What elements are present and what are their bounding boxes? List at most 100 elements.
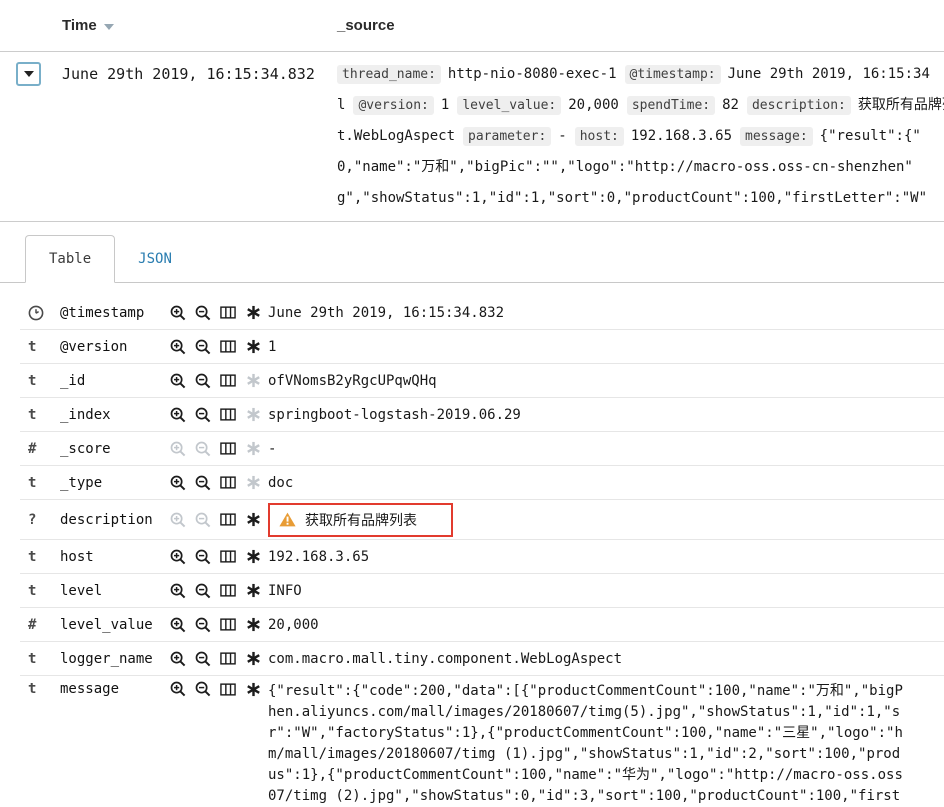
unknown-field-icon: ? xyxy=(20,512,60,528)
string-field-icon: t xyxy=(20,651,60,667)
toggle-column-icon[interactable] xyxy=(220,373,236,389)
filter-for-value-icon[interactable] xyxy=(170,305,186,321)
source-value-text: l xyxy=(337,97,345,113)
caret-down-icon xyxy=(24,71,34,77)
field-name: _index xyxy=(60,407,170,423)
tab-table[interactable]: Table xyxy=(25,235,115,283)
filter-out-value-icon[interactable] xyxy=(195,475,211,491)
field-actions xyxy=(170,305,268,321)
toggle-column-icon[interactable] xyxy=(220,651,236,667)
filter-out-value-icon xyxy=(195,512,211,528)
field-row-logger_name: tlogger_namecom.macro.mall.tiny.componen… xyxy=(20,642,944,676)
document-row: June 29th 2019, 16:15:34.832 thread_name… xyxy=(0,52,944,222)
field-row-host: thost192.168.3.65 xyxy=(20,540,944,574)
field-actions xyxy=(170,549,268,565)
document-timestamp: June 29th 2019, 16:15:34.832 xyxy=(62,52,337,221)
filter-for-value-icon[interactable] xyxy=(170,407,186,423)
toggle-column-icon[interactable] xyxy=(220,549,236,565)
field-row-level_value: #level_value20,000 xyxy=(20,608,944,642)
field-actions xyxy=(170,373,268,389)
source-value-text: g","showStatus":1,"id":1,"sort":0,"produ… xyxy=(337,190,927,206)
message-value-line: hen.aliyuncs.com/mall/images/20180607/ti… xyxy=(268,702,944,723)
field-name-badge: description: xyxy=(747,96,851,115)
description-value-text: 获取所有品牌列表 xyxy=(305,510,417,530)
message-value-line: 07/timg (2).jpg","showStatus":0,"id":3,"… xyxy=(268,786,944,807)
source-value-text: 192.168.3.65 xyxy=(631,128,732,144)
message-value-line: {"result":{"code":200,"data":[{"productC… xyxy=(268,681,944,702)
filter-for-field-present-icon xyxy=(245,441,261,457)
source-value-text: 0,"name":"万和","bigPic":"","logo":"http:/… xyxy=(337,159,913,175)
source-preview: thread_name:http-nio-8080-exec-1@timesta… xyxy=(337,52,944,221)
string-field-icon: t xyxy=(20,583,60,599)
field-actions xyxy=(170,681,268,697)
string-field-icon: t xyxy=(20,475,60,491)
filter-for-value-icon[interactable] xyxy=(170,475,186,491)
filter-for-field-present-icon[interactable] xyxy=(245,512,261,528)
filter-for-value-icon xyxy=(170,512,186,528)
field-value: ofVNomsB2yRgcUPqwQHq xyxy=(268,373,944,389)
filter-out-value-icon[interactable] xyxy=(195,305,211,321)
filter-out-value-icon[interactable] xyxy=(195,617,211,633)
source-value-text: 获取所有品牌列 xyxy=(858,97,944,113)
filter-for-value-icon[interactable] xyxy=(170,339,186,355)
source-value-text: 20,000 xyxy=(568,97,619,113)
toggle-column-icon[interactable] xyxy=(220,583,236,599)
toggle-column-icon[interactable] xyxy=(220,407,236,423)
field-actions xyxy=(170,583,268,599)
field-row-message: tmessage{"result":{"code":200,"data":[{"… xyxy=(20,676,944,807)
filter-for-value-icon[interactable] xyxy=(170,651,186,667)
toggle-column-icon[interactable] xyxy=(220,475,236,491)
filter-for-field-present-icon[interactable] xyxy=(245,549,261,565)
source-line: thread_name:http-nio-8080-exec-1@timesta… xyxy=(337,59,944,90)
toggle-column-icon[interactable] xyxy=(220,512,236,528)
toggle-column-icon[interactable] xyxy=(220,441,236,457)
field-name: _score xyxy=(60,441,170,457)
message-value-line: m/mall/images/20180607/timg (1).jpg","sh… xyxy=(268,744,944,765)
filter-for-field-present-icon[interactable] xyxy=(245,305,261,321)
toggle-column-icon[interactable] xyxy=(220,681,236,697)
collapse-document-button[interactable] xyxy=(16,62,41,86)
string-field-icon: t xyxy=(20,339,60,355)
filter-out-value-icon[interactable] xyxy=(195,549,211,565)
toggle-column-icon[interactable] xyxy=(220,339,236,355)
field-actions xyxy=(170,441,268,457)
field-value: INFO xyxy=(268,583,944,599)
toggle-column-icon[interactable] xyxy=(220,617,236,633)
field-name: description xyxy=(60,512,170,528)
filter-for-value-icon[interactable] xyxy=(170,617,186,633)
filter-for-field-present-icon xyxy=(245,475,261,491)
field-row-description: ?description 获取所有品牌列表 xyxy=(20,500,944,540)
tab-json[interactable]: JSON xyxy=(115,235,195,282)
field-row-@timestamp: @timestampJune 29th 2019, 16:15:34.832 xyxy=(20,296,944,330)
field-row-level: tlevelINFO xyxy=(20,574,944,608)
filter-for-value-icon[interactable] xyxy=(170,549,186,565)
string-field-icon: t xyxy=(20,373,60,389)
time-column-label: Time xyxy=(62,17,97,34)
field-name: _type xyxy=(60,475,170,491)
source-value-text: - xyxy=(558,128,566,144)
detail-tabbar: Table JSON xyxy=(0,235,944,283)
filter-out-value-icon[interactable] xyxy=(195,583,211,599)
filter-for-value-icon[interactable] xyxy=(170,373,186,389)
filter-out-value-icon[interactable] xyxy=(195,373,211,389)
filter-for-field-present-icon[interactable] xyxy=(245,681,261,697)
filter-out-value-icon[interactable] xyxy=(195,407,211,423)
time-column-header[interactable]: Time xyxy=(62,17,337,34)
field-value: com.macro.mall.tiny.component.WebLogAspe… xyxy=(268,651,944,667)
filter-for-value-icon[interactable] xyxy=(170,583,186,599)
filter-for-field-present-icon[interactable] xyxy=(245,617,261,633)
warning-icon xyxy=(279,512,296,527)
toggle-column-icon[interactable] xyxy=(220,305,236,321)
filter-out-value-icon[interactable] xyxy=(195,651,211,667)
filter-for-field-present-icon[interactable] xyxy=(245,583,261,599)
filter-for-value-icon[interactable] xyxy=(170,681,186,697)
filter-out-value-icon[interactable] xyxy=(195,681,211,697)
filter-for-field-present-icon[interactable] xyxy=(245,339,261,355)
field-detail-table: @timestampJune 29th 2019, 16:15:34.832t@… xyxy=(0,283,944,807)
source-column-header: _source xyxy=(337,17,944,34)
filter-out-value-icon[interactable] xyxy=(195,339,211,355)
source-value-text: 1 xyxy=(441,97,449,113)
filter-for-field-present-icon[interactable] xyxy=(245,651,261,667)
field-name-badge: thread_name: xyxy=(337,65,441,84)
filter-out-value-icon xyxy=(195,441,211,457)
